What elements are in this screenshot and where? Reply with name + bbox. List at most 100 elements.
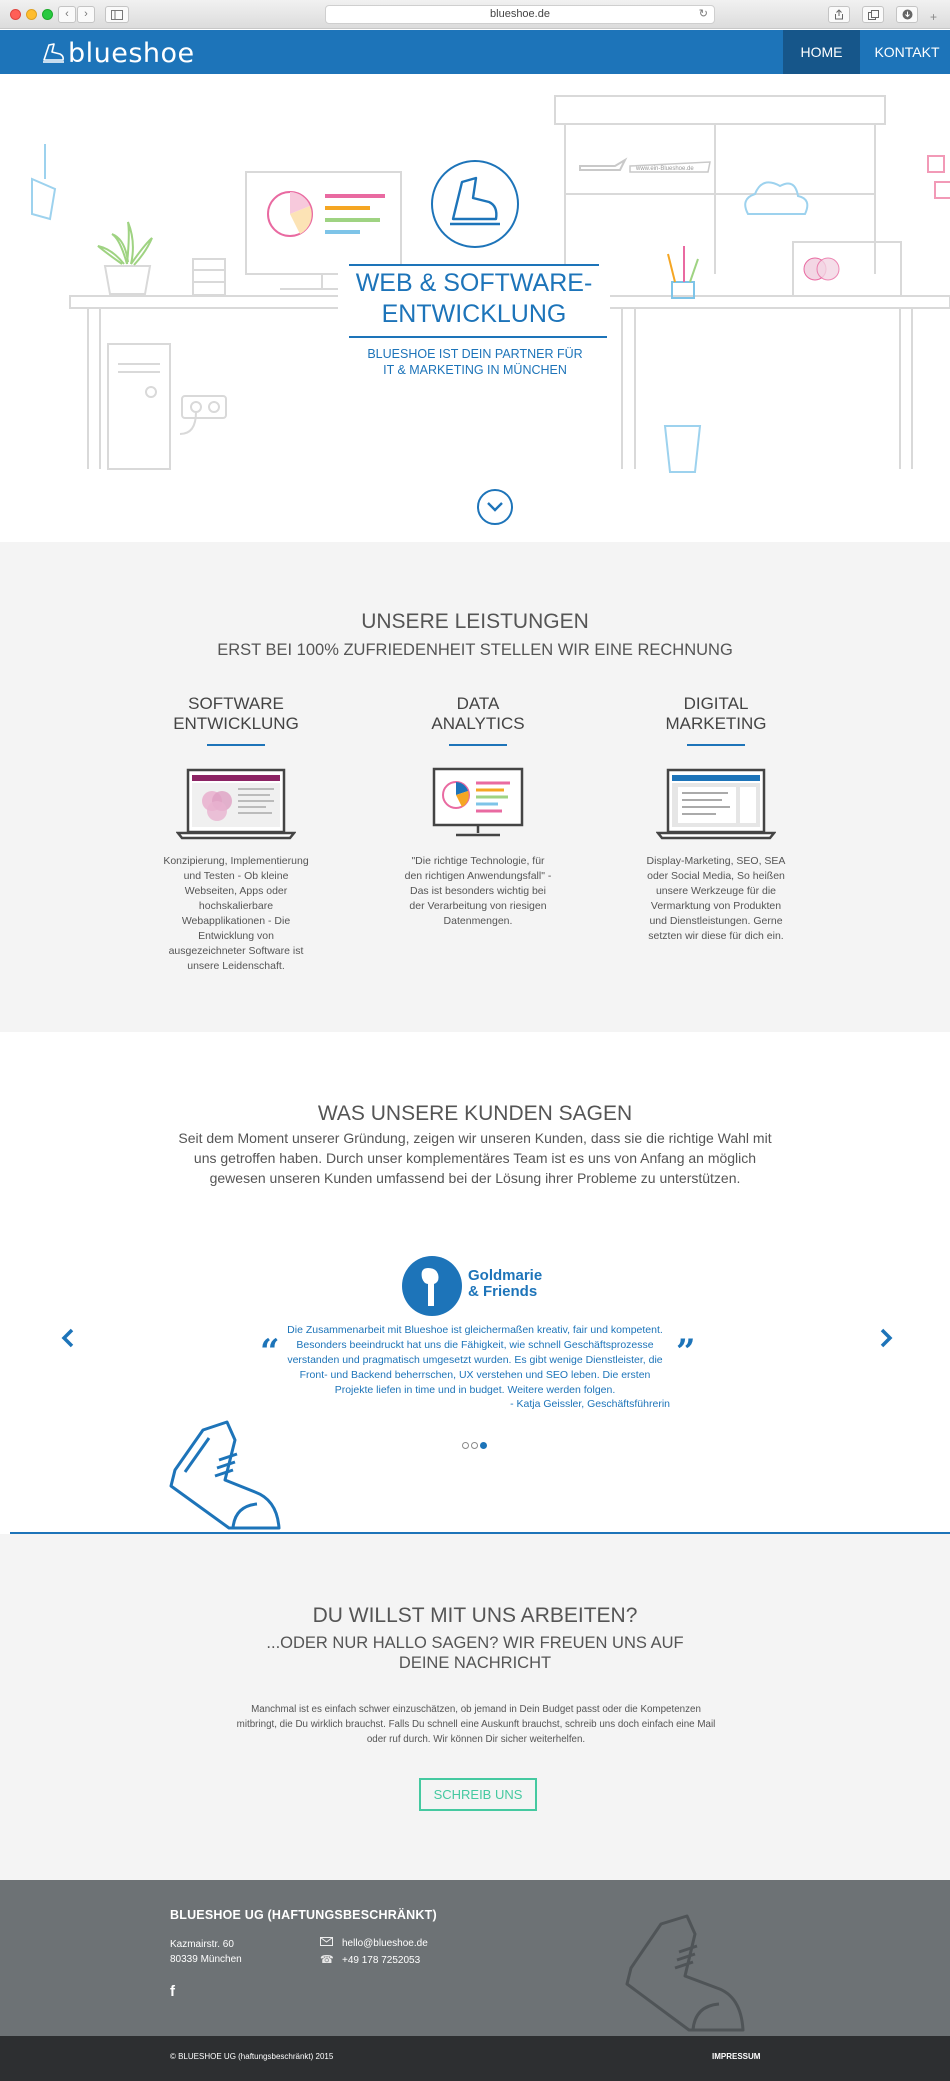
copyright: © BLUESHOE UG (haftungsbeschränkt) 2015 (170, 2052, 334, 2061)
contact-cta-section: DU WILLST MIT UNS ARBEITEN? ...ODER NUR … (0, 1534, 950, 1880)
hero-title-line1: WEB & SOFTWARE- (355, 269, 593, 297)
browser-toolbar: ‹ › blueshoe.de ↻ + (0, 0, 950, 29)
service-rule (207, 744, 265, 746)
client-name-line1: Goldmarie (468, 1267, 543, 1284)
testimonials-intro: Seit dem Moment unserer Gründung, zeigen… (178, 1130, 772, 1186)
service-rule (449, 744, 507, 746)
service-text: Display-Marketing, SEO, SEA oder Social … (646, 855, 786, 942)
testimonial-quote: Die Zusammenarbeit mit Blueshoe ist glei… (287, 1324, 663, 1396)
hero-subtitle-line1: BLUESHOE IST DEIN PARTNER FÜR (367, 347, 583, 361)
cta-subtitle-line2: DEINE NACHRICHT (398, 1654, 552, 1672)
impressum-link[interactable]: IMPRESSUM (712, 2052, 760, 2061)
shoe-illustration-icon (169, 1420, 281, 1530)
close-quote-icon: ” (676, 1332, 696, 1372)
client-name-line2: & Friends (468, 1283, 538, 1300)
download-icon (902, 9, 912, 20)
hero-section: www.ein-Blueshoe.de WEB & SOFTWARE- ENTW… (0, 74, 950, 542)
hero-subtitle: BLUESHOE IST DEIN PARTNER FÜR IT & MARKE… (340, 346, 610, 378)
share-button[interactable] (828, 6, 850, 23)
chevron-right-icon (880, 1328, 893, 1348)
services-subtitle: ERST BEI 100% ZUFRIEDENHEIT STELLEN WIR … (217, 641, 733, 659)
slider-dot[interactable] (462, 1442, 469, 1449)
cta-title: DU WILLST MIT UNS ARBEITEN? (312, 1604, 638, 1627)
chevron-down-icon (487, 502, 503, 512)
tabs-icon (867, 10, 879, 20)
testimonial-author: - Katja Geissler, Geschäftsführerin (510, 1398, 670, 1410)
address-bar[interactable]: blueshoe.de ↻ (325, 5, 715, 24)
slider-dots (462, 1436, 489, 1449)
client-name: Goldmarie & Friends (468, 1268, 542, 1300)
facebook-icon[interactable]: f (170, 1983, 175, 2000)
monitor-chart-icon (432, 767, 524, 837)
zoom-window-button[interactable] (42, 9, 53, 20)
scroll-down-button[interactable] (477, 489, 513, 525)
logo[interactable]: blueshoe (40, 38, 195, 69)
testimonials-title: WAS UNSERE KUNDEN SAGEN (317, 1102, 633, 1125)
schreib-uns-button[interactable]: SCHREIB UNS (419, 1778, 537, 1811)
downloads-button[interactable] (896, 6, 918, 23)
footer-phone[interactable]: +49 178 7252053 (342, 1955, 420, 1966)
envelope-icon (320, 1935, 336, 1951)
hero-title-line2: ENTWICKLUNG (381, 300, 567, 328)
chevron-left-icon (61, 1328, 74, 1348)
footer-contact: hello@blueshoe.de ☎ +49 178 7252053 (320, 1935, 428, 1969)
back-button[interactable]: ‹ (58, 6, 76, 23)
service-title-line2: ANALYTICS (431, 714, 525, 733)
forward-button[interactable]: › (77, 6, 95, 23)
footer-bottom-bar: © BLUESHOE UG (haftungsbeschränkt) 2015 … (0, 2036, 950, 2081)
service-text: "Die richtige Technologie, für den richt… (404, 855, 552, 927)
service-marketing: DIGITAL MARKETING Display-Marketing, SEO,… (616, 694, 816, 944)
footer-phone-row[interactable]: ☎ +49 178 7252053 (320, 1952, 428, 1969)
footer-shoe-icon (625, 1914, 745, 2032)
prev-testimonial-button[interactable] (60, 1323, 76, 1357)
footer-company: BLUESHOE UG (HAFTUNGSBESCHRÄNKT) (170, 1908, 437, 1922)
footer-email-row[interactable]: hello@blueshoe.de (320, 1935, 428, 1952)
laptop-venn-icon (176, 768, 296, 840)
sidebar-toggle-button[interactable] (105, 6, 129, 23)
footer-address: Kazmairstr. 60 80339 München (170, 1937, 242, 1967)
client-logo: Goldmarie & Friends (400, 1254, 560, 1318)
shoe-logo-icon (43, 43, 64, 63)
next-testimonial-button[interactable] (878, 1323, 894, 1357)
slider-dot[interactable] (471, 1442, 478, 1449)
laptop-browser-icon (656, 768, 776, 840)
footer-street: Kazmairstr. 60 (170, 1939, 234, 1950)
hero-subtitle-line2: IT & MARKETING IN MÜNCHEN (383, 363, 567, 377)
phone-icon: ☎ (320, 1954, 334, 1966)
logo-text: blueshoe (68, 38, 195, 69)
tabs-button[interactable] (862, 6, 884, 23)
footer-city: 80339 München (170, 1954, 242, 1965)
reload-icon[interactable]: ↻ (699, 6, 708, 23)
service-title-line1: SOFTWARE (188, 694, 284, 713)
site-navbar: blueshoe HOME KONTAKT (0, 30, 950, 74)
service-title-line2: ENTWICKLUNG (173, 714, 299, 733)
services-section: UNSERE LEISTUNGEN ERST BEI 100% ZUFRIEDE… (0, 542, 950, 1032)
hero-title: WEB & SOFTWARE- ENTWICKLUNG (338, 266, 610, 332)
goldmarie-logo-icon (402, 1256, 462, 1316)
service-title-line1: DIGITAL (683, 694, 749, 713)
service-rule (687, 744, 745, 746)
service-title: SOFTWARE ENTWICKLUNG (136, 694, 336, 734)
footer: BLUESHOE UG (HAFTUNGSBESCHRÄNKT) Kazmair… (0, 1880, 950, 2036)
service-title-line2: MARKETING (665, 714, 767, 733)
service-software: SOFTWARE ENTWICKLUNG Konzipierung, Implem… (136, 694, 336, 974)
sidebar-icon (111, 10, 123, 20)
hero-bottom-rule (349, 336, 607, 338)
new-tab-icon[interactable]: + (930, 10, 937, 24)
cta-subtitle-line1: ...ODER NUR HALLO SAGEN? WIR FREUEN UNS … (266, 1634, 684, 1652)
open-quote-icon: “ (260, 1332, 280, 1372)
slider-dot-active[interactable] (480, 1442, 487, 1449)
nav-kontakt[interactable]: KONTAKT (864, 30, 950, 74)
url-text: blueshoe.de (490, 8, 550, 20)
minimize-window-button[interactable] (26, 9, 37, 20)
service-analytics: DATA ANALYTICS "Die richtige Technologie,… (378, 694, 578, 929)
nav-home[interactable]: HOME (783, 30, 860, 74)
cta-text: Manchmal ist es einfach schwer einzuschä… (236, 1704, 716, 1745)
footer-email[interactable]: hello@blueshoe.de (342, 1938, 428, 1949)
service-title: DATA ANALYTICS (378, 694, 578, 734)
services-title: UNSERE LEISTUNGEN (361, 610, 589, 633)
testimonials-section: WAS UNSERE KUNDEN SAGEN Seit dem Moment … (0, 1032, 950, 1534)
cta-subtitle: ...ODER NUR HALLO SAGEN? WIR FREUEN UNS … (0, 1633, 950, 1673)
share-icon (835, 9, 843, 20)
close-window-button[interactable] (10, 9, 21, 20)
